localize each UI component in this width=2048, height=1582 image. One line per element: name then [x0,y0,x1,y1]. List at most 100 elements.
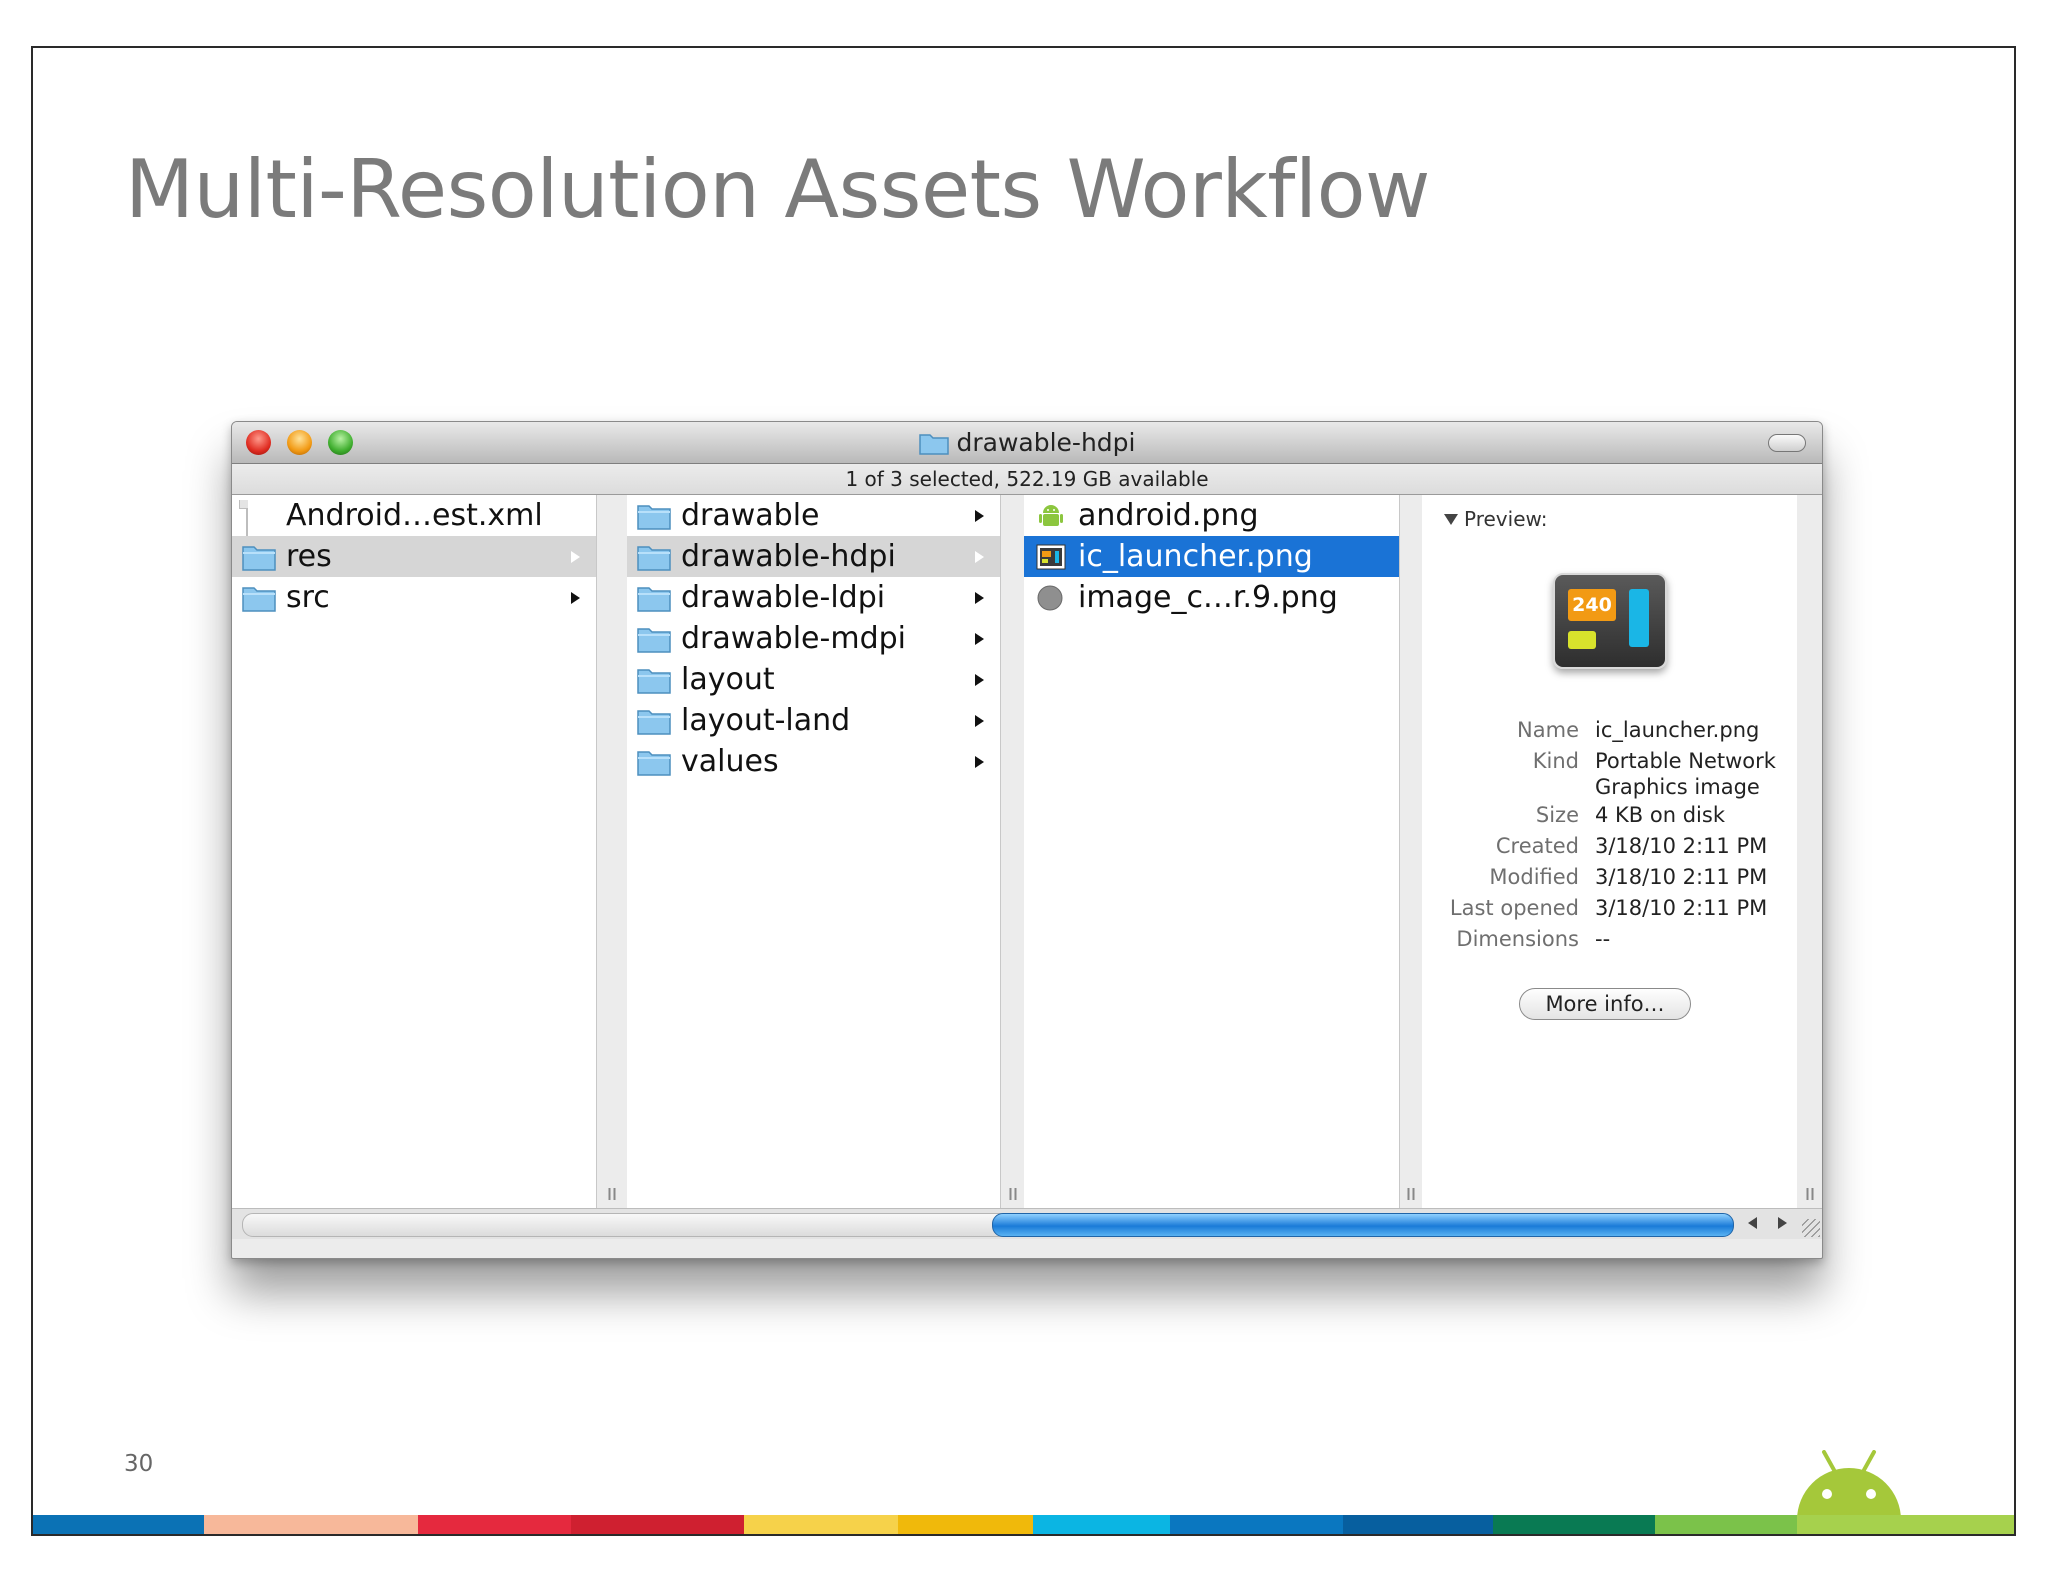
info-row-dimensions: Dimensions -- [1422,924,1797,955]
window-title: drawable-hdpi [956,428,1136,457]
folder-icon [637,501,671,531]
folder-icon [918,433,949,455]
disclosure-arrow-icon [571,591,580,604]
scroll-left-icon[interactable] [1748,1217,1757,1229]
disclosure-arrow-icon [975,591,984,604]
list-item-android-png[interactable]: android.png [1024,495,1399,536]
preview-label: Preview: [1464,507,1548,531]
info-label: Name [1517,718,1579,742]
info-row-name: Name ic_launcher.png [1422,715,1797,746]
disclosure-triangle-icon [1444,513,1458,525]
info-value: 3/18/10 2:11 PM [1595,834,1768,858]
color-stripe-segment [204,1515,418,1534]
color-stripe-segment [897,1515,1034,1534]
toolbar-toggle-button[interactable] [1768,434,1806,452]
item-label: layout [681,662,775,697]
slide: Multi-Resolution Assets Workflow drawabl… [31,46,2016,1536]
item-label: Android…est.xml [286,498,543,533]
preview-header[interactable]: Preview: [1444,507,1548,531]
list-item-drawable-ldpi[interactable]: drawable-ldpi [627,577,1000,618]
titlebar: drawable-hdpi [232,422,1822,464]
column-1[interactable]: Android…est.xml res src [232,495,597,1208]
info-row-size: Size 4 KB on disk [1422,800,1797,831]
list-item-src[interactable]: src [232,577,596,618]
item-label: image_c…r.9.png [1078,580,1338,615]
item-label: drawable [681,498,820,533]
color-stripe-segment [1492,1515,1656,1534]
column-3[interactable]: android.png ic_launcher.png image_c…r.9.… [1024,495,1400,1208]
folder-icon [637,624,671,654]
scrollbar-thumb[interactable] [992,1213,1734,1237]
info-label: Modified [1489,865,1579,889]
folder-icon [242,542,276,572]
color-stripe-segment [417,1515,572,1534]
info-row-kind: Kind Portable Network Graphics image [1422,746,1797,800]
disclosure-arrow-icon [975,632,984,645]
info-row-created: Created 3/18/10 2:11 PM [1422,831,1797,862]
horizontal-scrollbar[interactable] [232,1208,1822,1239]
folder-icon [637,706,671,736]
list-item-res[interactable]: res [232,536,596,577]
folder-icon [637,542,671,572]
thumb-blue-block [1629,589,1649,647]
vertical-scroll-area[interactable] [1798,495,1822,1208]
color-stripe-segment [1170,1515,1343,1534]
info-label: Last opened [1449,896,1579,920]
disclosure-arrow-icon [975,714,984,727]
item-label: layout-land [681,703,851,738]
window-title-wrap: drawable-hdpi [232,422,1822,463]
list-item-values[interactable]: values [627,741,1000,782]
color-stripe-segment [1796,1515,2014,1534]
slide-title: Multi-Resolution Assets Workflow [125,143,1430,236]
thumb-badge: 240 [1568,589,1616,621]
list-item-layout[interactable]: layout [627,659,1000,700]
disclosure-arrow-icon [975,550,984,563]
color-stripe-segment [33,1515,205,1534]
color-stripe-segment [1342,1515,1493,1534]
info-label: Kind [1532,749,1579,773]
list-item-drawable-mdpi[interactable]: drawable-mdpi [627,618,1000,659]
item-label: values [681,744,779,779]
color-stripe-segment [571,1515,745,1534]
status-bar: 1 of 3 selected, 522.19 GB available [232,464,1822,495]
column-splitter[interactable] [1001,495,1024,1208]
column-splitter[interactable] [597,495,627,1208]
info-row-last-opened: Last opened 3/18/10 2:11 PM [1422,893,1797,924]
list-item-drawable[interactable]: drawable [627,495,1000,536]
folder-icon [637,583,671,613]
image-icon [1034,542,1068,572]
info-label: Size [1535,803,1579,827]
folder-icon [242,583,276,613]
column-2[interactable]: drawable drawable-hdpi drawable-ldpi dra… [627,495,1001,1208]
page-number: 30 [124,1451,154,1477]
info-value: -- [1595,927,1611,951]
preview-pane: Preview: 240 Name ic_launcher.png Kind P… [1422,495,1797,1208]
folder-icon [637,665,671,695]
list-item-image-c[interactable]: image_c…r.9.png [1024,577,1399,618]
list-item-drawable-hdpi[interactable]: drawable-hdpi [627,536,1000,577]
info-value: Portable Network Graphics image [1595,749,1776,799]
resize-grip-icon[interactable] [1802,1219,1820,1237]
disclosure-arrow-icon [975,509,984,522]
file-icon [242,499,276,537]
color-stripe-segment [744,1515,898,1534]
thumb-yellow-block [1568,631,1596,649]
scroll-right-icon[interactable] [1778,1217,1787,1229]
more-info-button[interactable]: More info… [1519,988,1691,1020]
list-item-layout-land[interactable]: layout-land [627,700,1000,741]
info-label: Created [1495,834,1579,858]
list-item-manifest[interactable]: Android…est.xml [232,495,596,537]
item-label: res [286,539,332,574]
preview-thumbnail: 240 [1553,573,1667,669]
column-splitter[interactable] [1400,495,1422,1208]
item-label: ic_launcher.png [1078,539,1313,574]
disclosure-arrow-icon [975,673,984,686]
list-item-ic-launcher[interactable]: ic_launcher.png [1024,536,1399,577]
info-value: 4 KB on disk [1595,803,1725,827]
android-png-icon [1034,501,1068,531]
info-value: 3/18/10 2:11 PM [1595,865,1768,889]
info-row-modified: Modified 3/18/10 2:11 PM [1422,862,1797,893]
disclosure-arrow-icon [571,550,580,563]
item-label: android.png [1078,498,1259,533]
color-stripe-segment [1655,1515,1797,1534]
